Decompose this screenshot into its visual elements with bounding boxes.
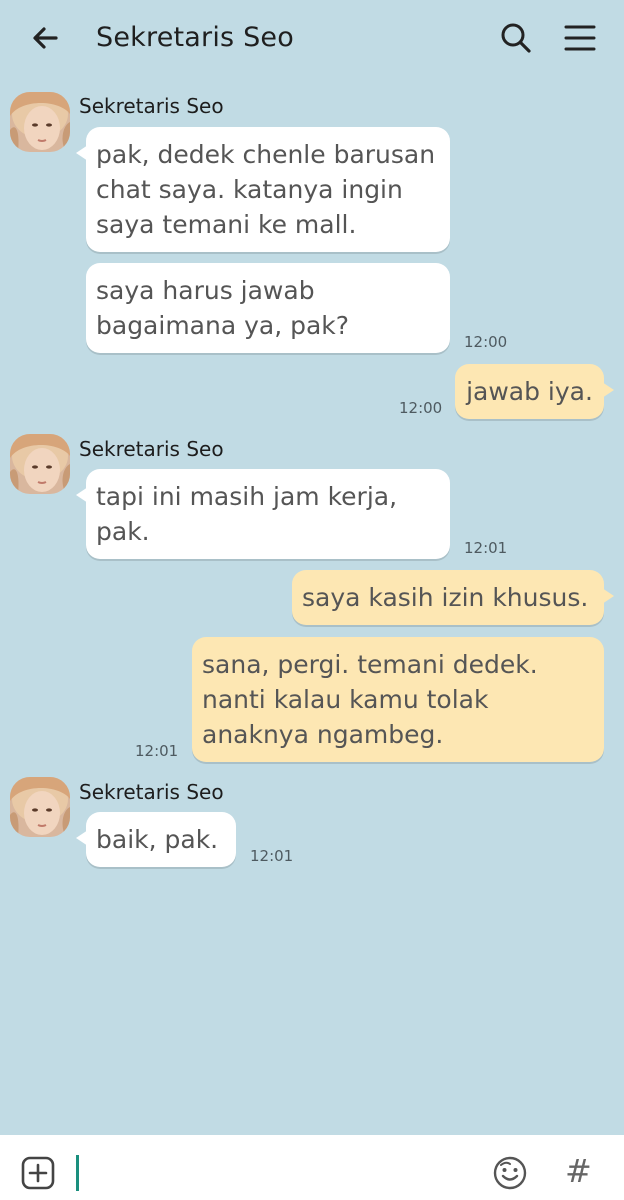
hashtag-button[interactable]: #	[565, 1151, 597, 1191]
menu-button[interactable]	[560, 18, 600, 58]
avatar[interactable]	[10, 434, 70, 494]
message-bubble[interactable]: jawab iya.	[455, 364, 614, 419]
search-icon	[501, 23, 531, 53]
emoji-button[interactable]	[492, 1155, 528, 1191]
message-time: 12:00	[464, 333, 508, 351]
attach-button[interactable]	[20, 1155, 56, 1191]
message-bubble[interactable]: saya harus jawab bagaimana ya, pak?	[86, 263, 450, 353]
message-bubble[interactable]: baik, pak.	[76, 812, 236, 867]
profile-photo-icon	[10, 777, 70, 837]
message-time: 12:01	[135, 742, 179, 760]
message-time: 12:00	[399, 399, 443, 417]
profile-photo-icon	[10, 434, 70, 494]
hamburger-menu-icon	[564, 25, 596, 51]
message-input[interactable]	[74, 1149, 478, 1193]
profile-photo-icon	[10, 92, 70, 152]
search-button[interactable]	[496, 18, 536, 58]
message-text: sana, pergi. temani dedek. nanti kalau k…	[202, 650, 538, 749]
message-bubble[interactable]: pak, dedek chenle barusan chat saya. kat…	[76, 127, 450, 252]
sender-name: Sekretaris Seo	[79, 94, 224, 118]
avatar[interactable]	[10, 777, 70, 837]
message-input-bar: #	[0, 1135, 624, 1200]
plus-square-icon	[21, 1156, 55, 1190]
back-arrow-icon	[33, 27, 58, 49]
message-bubble[interactable]: tapi ini masih jam kerja, pak.	[76, 469, 450, 559]
message-text: jawab iya.	[466, 377, 593, 406]
sender-name: Sekretaris Seo	[79, 437, 224, 461]
avatar[interactable]	[10, 92, 70, 152]
chat-title: Sekretaris Seo	[96, 22, 294, 53]
text-cursor	[76, 1155, 79, 1191]
message-text: saya harus jawab bagaimana ya, pak?	[96, 276, 350, 340]
back-button[interactable]	[26, 20, 66, 60]
message-text: saya kasih izin khusus.	[302, 583, 589, 612]
smiley-icon	[493, 1156, 527, 1190]
message-text: baik, pak.	[96, 825, 219, 854]
message-text: pak, dedek chenle barusan chat saya. kat…	[96, 140, 436, 239]
message-bubble[interactable]: sana, pergi. temani dedek. nanti kalau k…	[192, 637, 604, 762]
message-text: tapi ini masih jam kerja, pak.	[96, 482, 398, 546]
chat-header: Sekretaris Seo	[0, 0, 624, 76]
sender-name: Sekretaris Seo	[79, 780, 224, 804]
message-time: 12:01	[464, 539, 508, 557]
message-time: 12:01	[250, 847, 294, 865]
message-bubble[interactable]: saya kasih izin khusus.	[292, 570, 614, 625]
